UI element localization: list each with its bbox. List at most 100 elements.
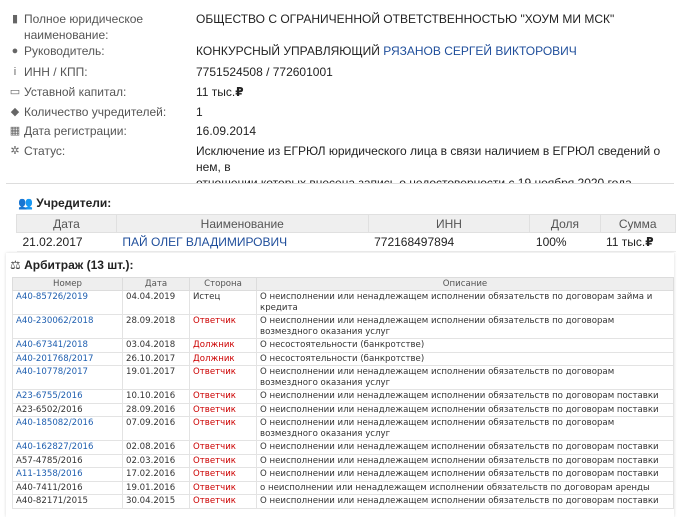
col-description: Описание <box>256 277 674 291</box>
case-number-link[interactable]: A40-85726/2019 <box>16 292 88 302</box>
info-icon: i <box>13 66 17 78</box>
founder-inn: 772168497894 <box>368 232 530 252</box>
case-number-link[interactable]: A40-162827/2016 <box>16 442 94 452</box>
col-inn: ИНН <box>367 214 531 233</box>
status-row: ✲ Статус: Исключение из ЕГРЮЛ юридическо… <box>0 143 680 190</box>
case-date: 03.04.2018 <box>122 338 190 353</box>
founders-panel: 👥 Учредители: Дата Наименование ИНН Доля… <box>6 183 677 254</box>
table-row: A40-7411/2016 19.01.2016 Ответчик о неиспол… <box>12 480 674 495</box>
head-name-link[interactable]: РЯЗАНОВ СЕРГЕЙ ВИКТОРОВИЧ <box>383 44 577 58</box>
case-date: 02.08.2016 <box>122 440 190 455</box>
table-row: A23-6502/2016 28.09.2016 Ответчик О неиспол… <box>12 402 674 417</box>
capital-amount: 11 тыс. <box>196 85 236 99</box>
case-number-link[interactable]: A11-1358/2016 <box>16 469 83 479</box>
ruble-sign: ₽ <box>235 85 244 99</box>
case-side: Ответчик <box>189 440 257 455</box>
founders-count-label: Количество учредителей: <box>24 105 167 119</box>
case-side: Ответчик <box>189 453 257 468</box>
case-description: О неисполнении или ненадлежащем исполнен… <box>256 440 674 455</box>
founders-title: 👥 Учредители: <box>18 196 111 210</box>
case-description: О неисполнении или ненадлежащем исполнен… <box>256 402 674 417</box>
table-row: A40-82171/2015 30.04.2015 Ответчик О неиспо… <box>12 494 674 509</box>
table-row: A40-162827/2016 02.08.2016 Ответчик О неисп… <box>12 440 674 455</box>
case-date: 26.10.2017 <box>122 351 190 366</box>
case-number-link[interactable]: A40-67341/2018 <box>16 340 88 350</box>
col-name: Наименование <box>115 214 369 233</box>
case-date: 02.03.2016 <box>122 453 190 468</box>
case-date: 30.04.2015 <box>122 494 190 509</box>
company-info-panel: ▮ Полное юридическое наименование: ОБЩЕС… <box>0 0 680 196</box>
inn-value: 7751524508 / 772601001 <box>196 65 333 79</box>
case-number-link[interactable]: A40-10778/2017 <box>16 367 88 377</box>
table-row: A11-1358/2016 17.02.2016 Ответчик О неиспол… <box>12 467 674 482</box>
money-icon: ▭ <box>9 86 21 98</box>
table-row: A40-67341/2018 03.04.2018 Должник О несосто… <box>12 338 674 353</box>
arbitrage-title-text: Арбитраж (13 шт.): <box>24 258 134 272</box>
arbitrage-title: ⚖ Арбитраж (13 шт.): <box>10 258 133 272</box>
company-full-name-link[interactable]: ОБЩЕСТВО С ОГРАНИЧЕННОЙ ОТВЕТСТВЕННОСТЬЮ… <box>196 11 666 27</box>
arbitrage-table: Номер Дата Сторона Описание A40-85726/20… <box>12 277 674 509</box>
case-side: Ответчик <box>189 314 257 339</box>
case-description: О несостоятельности (банкротстве) <box>256 338 674 353</box>
table-row: A40-85726/2019 04.04.2019 Истец О неисполне… <box>12 290 674 315</box>
case-number: A40-82171/2015 <box>16 496 89 506</box>
case-date: 19.01.2016 <box>122 480 190 495</box>
case-number: A57-4785/2016 <box>16 455 83 466</box>
col-share: Доля <box>529 214 601 233</box>
reg-date-label: Дата регистрации: <box>24 124 127 138</box>
col-date: Дата <box>16 214 117 233</box>
head-value: КОНКУРСНЫЙ УПРАВЛЯЮЩИЙ РЯЗАНОВ СЕРГЕЙ ВИ… <box>196 43 666 59</box>
founders-count-value: 1 <box>196 105 203 119</box>
case-side: Ответчик <box>189 494 257 509</box>
col-side: Сторона <box>189 277 257 291</box>
table-row: A40-10778/2017 19.01.2017 Ответчик О неиспо… <box>12 365 674 390</box>
table-row: A40-230062/2018 28.09.2018 Ответчик О неисп… <box>12 314 674 339</box>
case-number-link[interactable]: A40-201768/2017 <box>16 354 94 364</box>
case-side: Ответчик <box>189 402 257 417</box>
founders-title-text: Учредители: <box>36 196 112 210</box>
case-side: Ответчик <box>189 467 257 482</box>
founder-name-link[interactable]: ПАЙ ОЛЕГ ВЛАДИМИРОВИЧ <box>122 235 287 249</box>
table-row: A40-201768/2017 26.10.2017 Должник О несост… <box>12 351 674 366</box>
arbitrage-panel: ⚖ Арбитраж (13 шт.): Номер Дата Сторона … <box>6 253 674 517</box>
users-icon: ◆ <box>10 106 20 118</box>
case-date: 10.10.2016 <box>122 389 190 404</box>
case-side: Ответчик <box>189 480 257 495</box>
case-side: Должник <box>189 351 257 366</box>
founder-sum: 11 тыс.₽ <box>600 232 676 252</box>
case-description: О неисполнении или ненадлежащем исполнен… <box>256 416 674 441</box>
full-name-label: Полное юридическое наименование: <box>24 12 144 42</box>
col-sum: Сумма <box>599 214 677 233</box>
case-description: о неисполнении или ненадлежащем исполнен… <box>256 480 674 495</box>
col-date: Дата <box>122 277 190 291</box>
calendar-icon: ▦ <box>9 125 21 137</box>
users-icon: 👥 <box>18 196 33 210</box>
case-description: О неисполнении или ненадлежащем исполнен… <box>256 365 674 390</box>
col-number: Номер <box>12 277 123 291</box>
founder-share: 100% <box>529 232 601 252</box>
case-number-link[interactable]: A40-185082/2016 <box>16 418 94 428</box>
inn-label: ИНН / КПП: <box>24 65 88 79</box>
case-description: О неисполнении или ненадлежащем исполнен… <box>256 290 674 315</box>
full-name-row: ▮ Полное юридическое наименование: ОБЩЕС… <box>0 11 680 45</box>
case-number: A23-6502/2016 <box>16 404 83 415</box>
reg-date-value: 16.09.2014 <box>196 124 257 138</box>
case-side: Ответчик <box>189 416 257 441</box>
capital-label: Уставной капитал: <box>24 85 127 99</box>
case-number-link[interactable]: A40-230062/2018 <box>16 316 94 326</box>
case-number-link[interactable]: A23-6755/2016 <box>16 391 83 401</box>
case-date: 04.04.2019 <box>122 290 190 315</box>
arbitrage-table-body: A40-85726/2019 04.04.2019 Истец О неисполне… <box>12 290 674 509</box>
case-description: О неисполнении или ненадлежащем исполнен… <box>256 389 674 404</box>
table-row: 21.02.2017 ПАЙ ОЛЕГ ВЛАДИМИРОВИЧ 7721684… <box>16 232 676 252</box>
capital-value: 11 тыс.₽ <box>196 84 666 100</box>
case-description: О несостоятельности (банкротстве) <box>256 351 674 366</box>
case-side: Ответчик <box>189 365 257 390</box>
user-icon: ● <box>11 45 19 57</box>
founder-date: 21.02.2017 <box>16 232 117 252</box>
case-date: 17.02.2016 <box>122 467 190 482</box>
case-description: О неисполнении или ненадлежащем исполнен… <box>256 453 674 468</box>
case-date: 28.09.2016 <box>122 402 190 417</box>
scales-icon: ⚖ <box>10 258 21 272</box>
table-row: A57-4785/2016 02.03.2016 Ответчик О неиспол… <box>12 453 674 468</box>
